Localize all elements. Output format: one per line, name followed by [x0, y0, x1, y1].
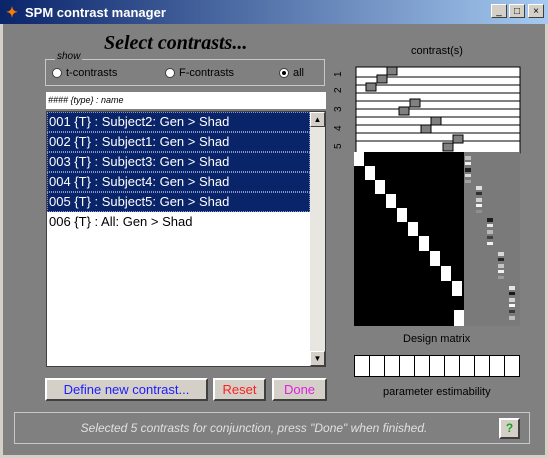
- contrast-matrix-plot: 1 2 3 4 5: [333, 66, 521, 154]
- list-item[interactable]: 004 {T} : Subject4: Gen > Shad: [47, 172, 310, 192]
- help-button[interactable]: ?: [499, 418, 520, 439]
- matlab-logo-icon: ✦: [6, 4, 18, 20]
- define-new-contrast-button[interactable]: Define new contrast...: [45, 378, 208, 401]
- contrast-number: 3: [333, 106, 344, 112]
- radio-f-contrasts[interactable]: F-contrasts: [165, 67, 234, 79]
- design-matrix-label: Design matrix: [403, 333, 471, 345]
- contrast-list[interactable]: 001 {T} : Subject2: Gen > Shad 002 {T} :…: [46, 111, 326, 367]
- contrast-number: 2: [333, 87, 344, 93]
- contrasts-label: contrast(s): [411, 45, 463, 57]
- status-message: Selected 5 contrasts for conjunction, pr…: [80, 421, 428, 435]
- minimize-button[interactable]: _: [491, 4, 507, 18]
- radio-dot-icon: [52, 68, 62, 78]
- radio-label: F-contrasts: [179, 67, 235, 79]
- list-item[interactable]: 006 {T} : All: Gen > Shad: [47, 212, 310, 232]
- contrast-number: 4: [333, 125, 344, 131]
- radio-dot-icon: [165, 68, 175, 78]
- reset-button[interactable]: Reset: [213, 378, 266, 401]
- done-button[interactable]: Done: [272, 378, 327, 401]
- page-title: Select contrasts...: [104, 32, 248, 54]
- radio-t-contrasts[interactable]: t-contrasts: [52, 67, 117, 79]
- design-matrix-image: [354, 152, 520, 326]
- radio-label: all: [293, 67, 305, 79]
- title-bar[interactable]: ✦ SPM contrast manager _ □ ×: [0, 0, 548, 24]
- parameter-estimability-bar: [354, 355, 520, 377]
- list-item[interactable]: 005 {T} : Subject5: Gen > Shad: [47, 192, 310, 212]
- window-title: SPM contrast manager: [25, 4, 166, 20]
- filter-legend: show: [55, 51, 83, 62]
- contrast-number: 5: [333, 143, 344, 149]
- contrast-number: 1: [333, 71, 344, 77]
- list-item[interactable]: 001 {T} : Subject2: Gen > Shad: [47, 112, 310, 132]
- list-item[interactable]: 003 {T} : Subject3: Gen > Shad: [47, 152, 310, 172]
- scroll-down-icon[interactable]: ▼: [310, 351, 325, 366]
- list-header: #### {type} : name: [46, 92, 326, 109]
- list-item[interactable]: 002 {T} : Subject1: Gen > Shad: [47, 132, 310, 152]
- parameter-estimability-label: parameter estimability: [383, 386, 491, 398]
- list-scrollbar[interactable]: ▲ ▼: [310, 112, 325, 366]
- scroll-up-icon[interactable]: ▲: [310, 112, 325, 127]
- radio-label: t-contrasts: [66, 67, 118, 79]
- close-button[interactable]: ×: [528, 4, 544, 18]
- maximize-button[interactable]: □: [509, 4, 525, 18]
- radio-dot-selected-icon: [279, 68, 289, 78]
- radio-all[interactable]: all: [279, 67, 304, 79]
